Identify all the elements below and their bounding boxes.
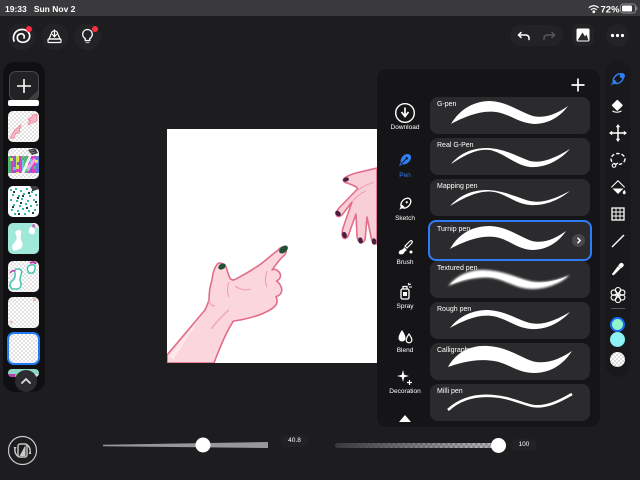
svg-text:72%: 72% xyxy=(601,5,621,16)
